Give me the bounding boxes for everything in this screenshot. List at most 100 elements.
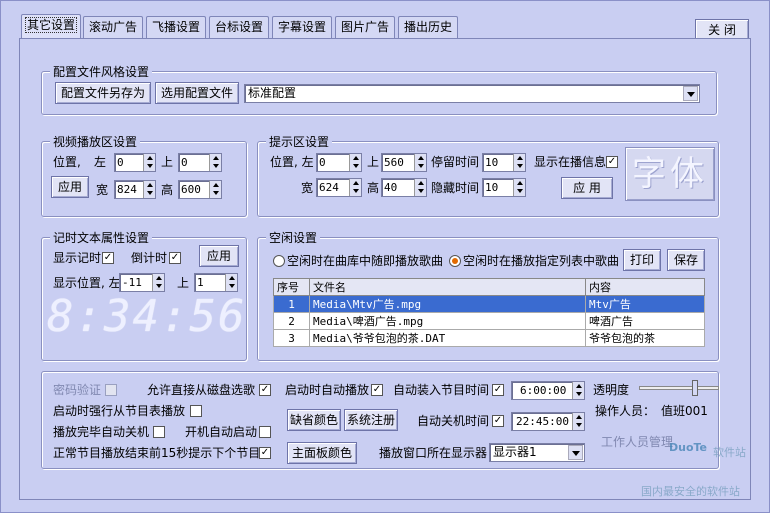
clock-preview: 8:34:56 bbox=[47, 291, 247, 342]
stepper-arrows-icon[interactable] bbox=[513, 179, 525, 196]
tab-scroll-ads[interactable]: 滚动广告 bbox=[83, 16, 143, 38]
column-header-content[interactable]: 内容 bbox=[585, 278, 705, 296]
tab-fly-play[interactable]: 飞播设置 bbox=[146, 16, 206, 38]
column-header-file[interactable]: 文件名 bbox=[309, 278, 586, 296]
save-button[interactable]: 保存 bbox=[667, 249, 705, 271]
slider-thumb[interactable] bbox=[691, 380, 698, 396]
hint-width-stepper[interactable]: 624 bbox=[316, 178, 362, 197]
table-row[interactable]: 1 Media\Mtv广告.mpg Mtv广告 bbox=[273, 295, 705, 313]
timer-text-legend: 记时文本属性设置 bbox=[50, 229, 153, 246]
hint-stay-label: 停留时间 bbox=[431, 155, 480, 169]
stepper-arrows-icon[interactable] bbox=[414, 154, 426, 171]
hint-apply-button[interactable]: 应 用 bbox=[561, 177, 613, 199]
finish-shutdown-label: 播放完毕自动关机 bbox=[53, 425, 150, 439]
table-row[interactable]: 3 Media\爷爷包泡的茶.DAT 爷爷包泡的茶 bbox=[273, 329, 705, 347]
column-header-no[interactable]: 序号 bbox=[273, 278, 310, 296]
config-save-as-button[interactable]: 配置文件另存为 bbox=[55, 82, 151, 104]
print-button[interactable]: 打印 bbox=[623, 249, 661, 271]
hint-height-label: 高 bbox=[367, 181, 380, 195]
transparency-slider[interactable] bbox=[639, 380, 719, 396]
countdown-checkbox[interactable] bbox=[169, 252, 181, 264]
force-play-checkbox[interactable] bbox=[190, 405, 202, 417]
tab-label: 其它设置 bbox=[24, 17, 77, 33]
operator-value: 值班001 bbox=[661, 404, 708, 418]
chevron-down-icon[interactable] bbox=[568, 445, 583, 460]
timer-apply-button[interactable]: 应用 bbox=[199, 245, 239, 267]
boot-start-checkbox[interactable] bbox=[259, 426, 271, 438]
tab-play-history[interactable]: 播出历史 bbox=[398, 16, 458, 38]
tab-other-settings[interactable]: 其它设置 bbox=[21, 14, 81, 38]
stepper-arrows-icon[interactable] bbox=[349, 179, 361, 196]
timer-left-stepper[interactable]: -11 bbox=[119, 273, 165, 292]
hint-top-value: 560 bbox=[384, 156, 404, 169]
shutdown-time-stepper[interactable]: 22:45:00 bbox=[511, 412, 585, 431]
hint-width-value: 624 bbox=[319, 181, 339, 194]
hint-top-stepper[interactable]: 560 bbox=[381, 153, 427, 172]
video-top-stepper[interactable]: 0 bbox=[178, 153, 222, 172]
row-content: 爷爷包泡的茶 bbox=[585, 329, 705, 347]
stepper-arrows-icon[interactable] bbox=[209, 181, 221, 198]
hint-show-checkbox[interactable] bbox=[606, 156, 618, 168]
display-select[interactable]: 显示器1 bbox=[489, 443, 585, 462]
font-button[interactable]: 字体 bbox=[625, 147, 715, 201]
default-color-button[interactable]: 缺省颜色 bbox=[287, 409, 341, 431]
staff-manage-label[interactable]: 工作人员管理 bbox=[601, 434, 673, 450]
stepper-arrows-icon[interactable] bbox=[225, 274, 237, 291]
allow-disk-checkbox[interactable] bbox=[259, 384, 271, 396]
hint-left-stepper[interactable]: 0 bbox=[316, 153, 362, 172]
hint-top-label: 上 bbox=[367, 155, 380, 169]
idle-list-radio[interactable] bbox=[449, 255, 461, 267]
table-row[interactable]: 2 Media\啤酒广告.mpg 啤酒广告 bbox=[273, 312, 705, 330]
video-area-legend: 视频播放区设置 bbox=[50, 133, 141, 150]
config-select-value: 标准配置 bbox=[248, 86, 297, 100]
system-register-button[interactable]: 系统注册 bbox=[344, 409, 398, 431]
config-select[interactable]: 标准配置 bbox=[244, 84, 700, 103]
hint-width-label: 宽 bbox=[301, 181, 314, 195]
video-left-stepper[interactable]: 0 bbox=[114, 153, 156, 172]
stepper-arrows-icon[interactable] bbox=[572, 382, 584, 399]
auto-load-checkbox[interactable] bbox=[492, 384, 504, 396]
timer-left-value: -11 bbox=[122, 276, 142, 289]
show-timer-checkbox[interactable] bbox=[102, 252, 114, 264]
prompt-next-checkbox[interactable] bbox=[259, 447, 271, 459]
hint-height-stepper[interactable]: 40 bbox=[381, 178, 427, 197]
transparency-label: 透明度 bbox=[593, 383, 630, 397]
row-no: 2 bbox=[273, 312, 310, 330]
idle-settings-legend: 空闲设置 bbox=[266, 229, 321, 246]
use-config-button[interactable]: 选用配置文件 bbox=[155, 82, 239, 104]
load-time-stepper[interactable]: 6:00:00 bbox=[511, 381, 585, 400]
row-content: Mtv广告 bbox=[585, 295, 705, 313]
stepper-arrows-icon[interactable] bbox=[572, 413, 584, 430]
video-height-stepper[interactable]: 600 bbox=[178, 180, 222, 199]
stepper-arrows-icon[interactable] bbox=[349, 154, 361, 171]
stepper-arrows-icon[interactable] bbox=[152, 274, 164, 291]
video-apply-button[interactable]: 应用 bbox=[51, 176, 89, 198]
hint-hide-stepper[interactable]: 10 bbox=[482, 178, 526, 197]
row-file: Media\啤酒广告.mpg bbox=[309, 312, 586, 330]
stepper-arrows-icon[interactable] bbox=[209, 154, 221, 171]
stepper-arrows-icon[interactable] bbox=[143, 181, 155, 198]
password-verify-checkbox[interactable] bbox=[105, 384, 117, 396]
auto-play-checkbox[interactable] bbox=[371, 384, 383, 396]
tab-subtitle[interactable]: 字幕设置 bbox=[272, 16, 332, 38]
row-content: 啤酒广告 bbox=[585, 312, 705, 330]
video-width-stepper[interactable]: 824 bbox=[114, 180, 156, 199]
tab-image-ads[interactable]: 图片广告 bbox=[335, 16, 395, 38]
hint-stay-stepper[interactable]: 10 bbox=[482, 153, 526, 172]
stepper-arrows-icon[interactable] bbox=[513, 154, 525, 171]
tab-station-logo[interactable]: 台标设置 bbox=[209, 16, 269, 38]
auto-shutdown-checkbox[interactable] bbox=[492, 415, 504, 427]
timer-top-stepper[interactable]: 1 bbox=[194, 273, 238, 292]
row-no: 3 bbox=[273, 329, 310, 347]
config-style-legend: 配置文件风格设置 bbox=[50, 63, 153, 80]
watermark-site: DuoTe bbox=[669, 441, 708, 454]
idle-random-radio[interactable] bbox=[273, 255, 285, 267]
show-timer-label: 显示记时 bbox=[53, 251, 102, 265]
chevron-down-icon[interactable] bbox=[683, 86, 698, 101]
panel-color-button[interactable]: 主面板颜色 bbox=[287, 442, 357, 464]
finish-shutdown-checkbox[interactable] bbox=[153, 426, 165, 438]
operator-label: 操作人员： bbox=[595, 404, 656, 418]
stepper-arrows-icon[interactable] bbox=[143, 154, 155, 171]
stepper-arrows-icon[interactable] bbox=[414, 179, 426, 196]
video-top-value: 0 bbox=[181, 156, 188, 169]
